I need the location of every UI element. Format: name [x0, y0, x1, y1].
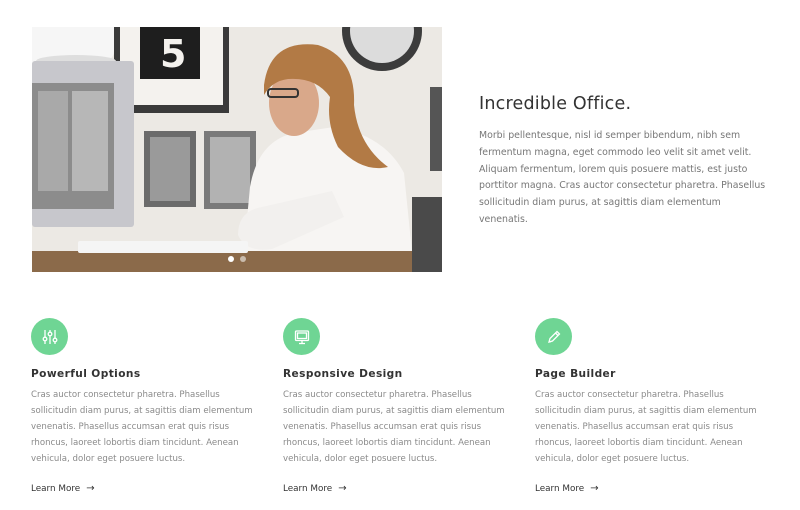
- feature-title: Powerful Options: [31, 368, 141, 380]
- sliders-icon: [31, 318, 68, 355]
- slider-dot[interactable]: [228, 256, 234, 262]
- feature-text: Cras auctor consectetur pharetra. Phasel…: [535, 390, 757, 464]
- feature-text: Cras auctor consectetur pharetra. Phasel…: [31, 390, 253, 464]
- feature-title: Page Builder: [535, 368, 616, 380]
- learn-more-label: Learn More: [31, 483, 81, 494]
- feature-powerful-options: Powerful Options Cras auctor consectetur…: [31, 318, 256, 496]
- intro-title: Incredible Office.: [479, 94, 632, 114]
- learn-more-link[interactable]: Learn More →: [31, 482, 95, 494]
- feature-responsive-design: Responsive Design Cras auctor consectetu…: [283, 318, 508, 496]
- intro-text: Morbi pellentesque, nisl id semper biben…: [479, 130, 766, 225]
- feature-page-builder: Page Builder Cras auctor consectetur pha…: [535, 318, 760, 496]
- intro-section: Incredible Office. Morbi pellentesque, n…: [479, 94, 771, 229]
- feature-text: Cras auctor consectetur pharetra. Phasel…: [283, 390, 505, 464]
- learn-more-link[interactable]: Learn More →: [535, 482, 599, 494]
- arrow-right-icon: →: [338, 482, 347, 494]
- arrow-right-icon: →: [590, 482, 599, 494]
- feature-title: Responsive Design: [283, 368, 403, 380]
- slider-dots: [32, 256, 442, 262]
- monitor-icon: [283, 318, 320, 355]
- svg-text:5: 5: [160, 32, 186, 76]
- office-photo: 5: [32, 27, 442, 272]
- learn-more-label: Learn More: [535, 483, 585, 494]
- pencil-icon: [535, 318, 572, 355]
- hero-image: 5: [32, 27, 442, 272]
- arrow-right-icon: →: [86, 482, 95, 494]
- slider-dot[interactable]: [240, 256, 246, 262]
- learn-more-label: Learn More: [283, 483, 333, 494]
- learn-more-link[interactable]: Learn More →: [283, 482, 347, 494]
